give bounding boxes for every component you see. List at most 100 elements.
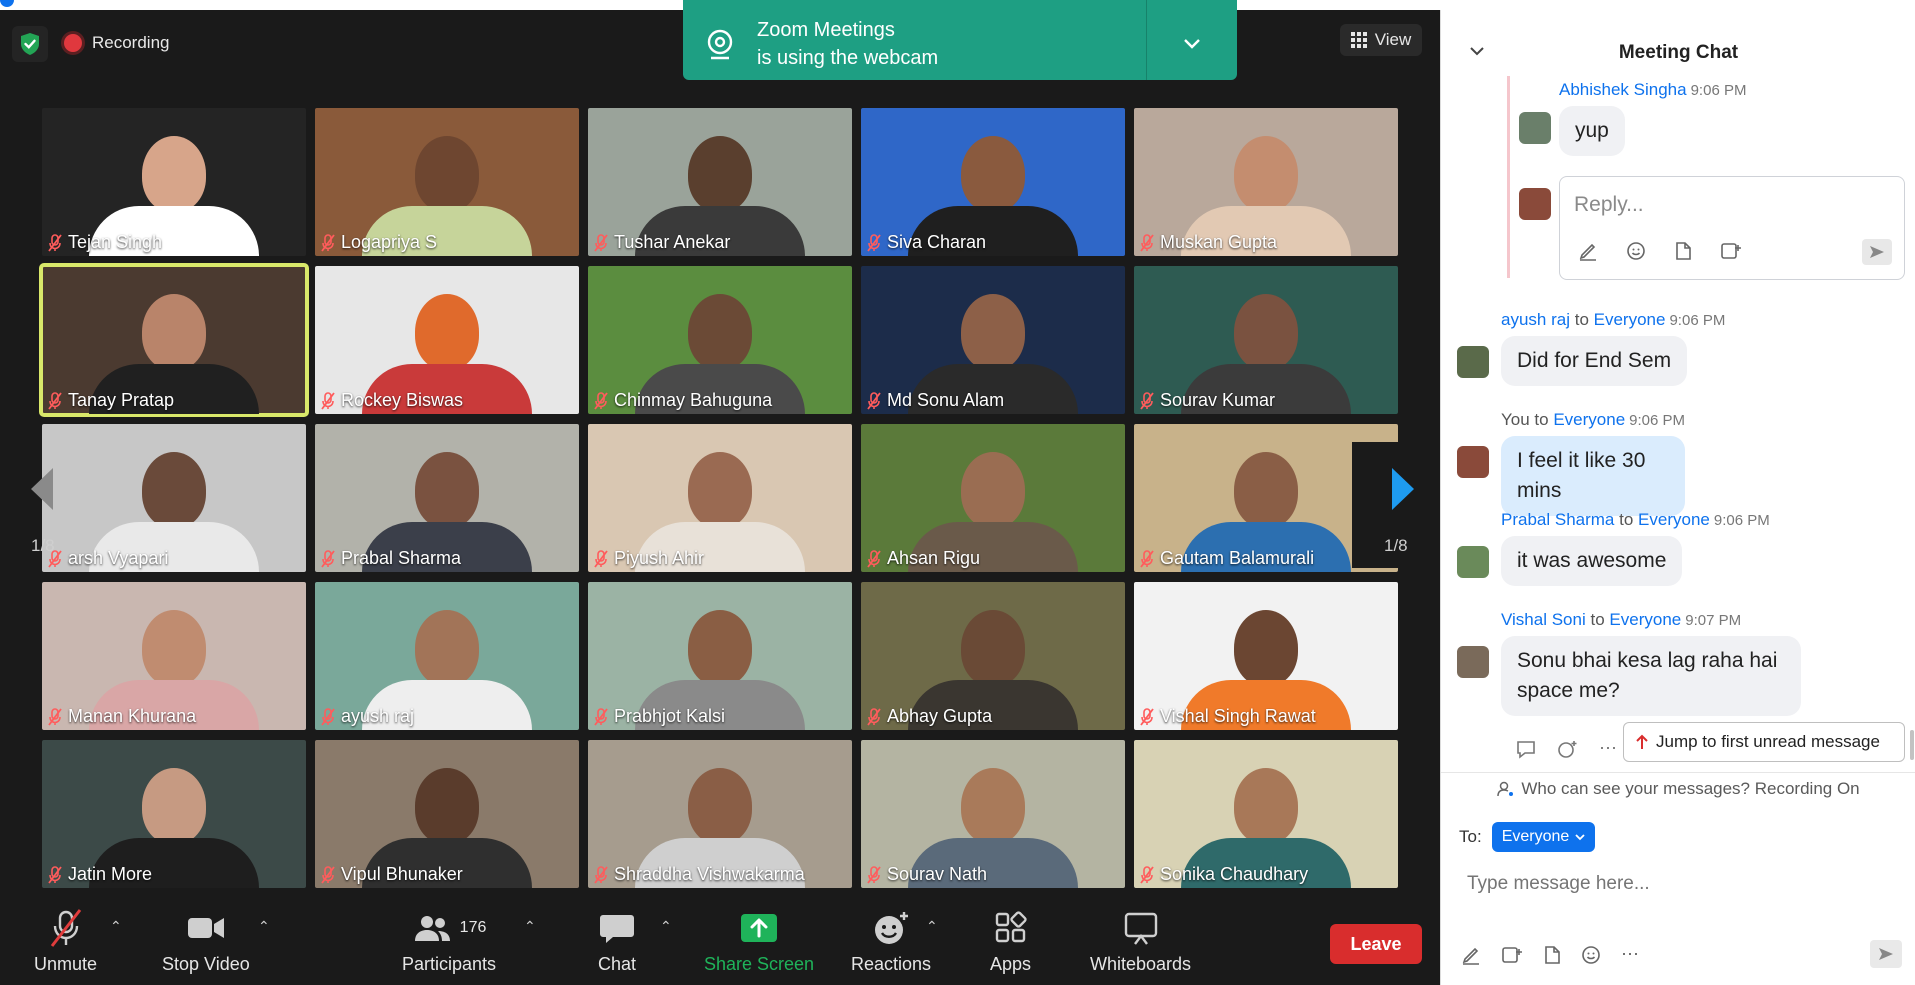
- participant-name: Vishal Singh Rawat: [1160, 706, 1316, 726]
- add-reaction-icon[interactable]: [1557, 739, 1579, 759]
- send-icon[interactable]: [1862, 239, 1892, 265]
- participants-button[interactable]: 176 Participants: [402, 908, 496, 975]
- whiteboards-button[interactable]: Whiteboards: [1090, 908, 1191, 975]
- message-recipient[interactable]: Everyone: [1553, 410, 1625, 429]
- mic-muted-icon: [321, 549, 335, 568]
- leave-button[interactable]: Leave: [1330, 924, 1422, 964]
- chat-header: Meeting Chat: [1441, 28, 1915, 72]
- chevron-down-icon: [1575, 833, 1585, 840]
- participant-name: Manan Khurana: [68, 706, 197, 726]
- participant-tile[interactable]: Tanay Pratap: [39, 263, 309, 417]
- participant-tile[interactable]: ayush raj: [315, 582, 579, 730]
- participant-tile[interactable]: Muskan Gupta: [1134, 108, 1398, 256]
- audio-options-caret-icon[interactable]: ⌃: [110, 918, 122, 935]
- record-dot-icon: [64, 34, 82, 52]
- shield-check-icon[interactable]: [12, 26, 48, 62]
- view-button[interactable]: View: [1340, 24, 1422, 56]
- stop-video-button[interactable]: Stop Video: [162, 908, 250, 975]
- message-recipient[interactable]: Everyone: [1609, 610, 1681, 629]
- participant-name: Md Sonu Alam: [887, 390, 1005, 410]
- participant-name-tag: Vishal Singh Rawat: [1140, 706, 1316, 727]
- participants-options-caret-icon[interactable]: ⌃: [524, 918, 536, 935]
- message-time: 9:07 PM: [1685, 612, 1742, 629]
- more-options-icon[interactable]: ⋯: [1599, 738, 1617, 759]
- jump-label: Jump to first unread message: [1656, 732, 1880, 751]
- screenshot-icon[interactable]: [1720, 241, 1742, 261]
- participant-name-tag: Abhay Gupta: [867, 706, 992, 727]
- participant-tile[interactable]: Sourav Kumar: [1134, 266, 1398, 414]
- view-label: View: [1374, 30, 1412, 49]
- participant-tile[interactable]: Prabhjot Kalsi: [588, 582, 852, 730]
- participant-tile[interactable]: Shraddha Vishwakarma: [588, 740, 852, 888]
- screenshot-icon[interactable]: [1501, 945, 1523, 965]
- chat-options-caret-icon[interactable]: ⌃: [660, 918, 672, 935]
- participant-name-tag: Chinmay Bahuguna: [594, 390, 772, 411]
- participant-tile[interactable]: Vipul Bhunaker: [315, 740, 579, 888]
- participant-tile[interactable]: Chinmay Bahuguna: [588, 266, 852, 414]
- participant-tile[interactable]: Ahsan Rigu: [861, 424, 1125, 572]
- jump-to-unread-button[interactable]: Jump to first unread message: [1623, 722, 1905, 762]
- participant-tile[interactable]: Tushar Anekar: [588, 108, 852, 256]
- message-sender[interactable]: ayush raj: [1501, 310, 1570, 329]
- message-input[interactable]: [1465, 872, 1889, 896]
- chevron-down-icon[interactable]: [1147, 30, 1237, 50]
- participant-tile[interactable]: Siva Charan: [861, 108, 1125, 256]
- reactions-label: Reactions: [851, 954, 932, 974]
- reply-box[interactable]: Reply...: [1559, 176, 1905, 280]
- participant-tile[interactable]: Piyush Ahir: [588, 424, 852, 572]
- format-pen-icon[interactable]: [1578, 241, 1598, 261]
- message-recipient[interactable]: Everyone: [1594, 310, 1666, 329]
- unmute-label: Unmute: [34, 954, 98, 974]
- mic-muted-icon: [1140, 549, 1154, 568]
- participant-tile[interactable]: Logapriya S: [315, 108, 579, 256]
- reply-icon[interactable]: [1515, 739, 1537, 759]
- chat-button[interactable]: Chat: [598, 908, 636, 975]
- mic-muted-icon: [1140, 865, 1154, 884]
- participant-tile[interactable]: Abhay Gupta: [861, 582, 1125, 730]
- mic-muted-icon: [594, 865, 608, 884]
- recipient-select[interactable]: Everyone: [1491, 822, 1596, 852]
- chat-panel: Meeting Chat Abhishek Singha 9:06 PM yup …: [1440, 10, 1915, 985]
- unmute-button[interactable]: Unmute: [34, 908, 97, 975]
- participant-tile[interactable]: Manan Khurana: [42, 582, 306, 730]
- recording-indicator[interactable]: Recording: [64, 28, 170, 58]
- mic-muted-icon: [48, 233, 62, 252]
- message-time: 9:06 PM: [1669, 312, 1726, 329]
- participant-tile[interactable]: Sourav Nath: [861, 740, 1125, 888]
- format-pen-icon[interactable]: [1461, 945, 1481, 965]
- participant-name-tag: Tanay Pratap: [48, 390, 174, 411]
- mic-muted-icon: [867, 865, 881, 884]
- more-options-icon[interactable]: ⋯: [1621, 944, 1639, 965]
- participant-tile[interactable]: Prabal Sharma: [315, 424, 579, 572]
- apps-button[interactable]: Apps: [990, 908, 1031, 975]
- participant-name: Abhay Gupta: [887, 706, 993, 726]
- send-icon[interactable]: [1870, 940, 1902, 968]
- thread-indicator: [1507, 76, 1510, 278]
- emoji-icon[interactable]: [1581, 945, 1601, 965]
- chat-scrollbar[interactable]: [1910, 730, 1914, 760]
- emoji-icon[interactable]: [1626, 241, 1646, 261]
- participant-tile[interactable]: Jatin More: [42, 740, 306, 888]
- mic-muted-icon: [594, 707, 608, 726]
- message-sender[interactable]: Vishal Soni: [1501, 610, 1586, 629]
- participant-tile[interactable]: Rockey Biswas: [315, 266, 579, 414]
- reactions-button[interactable]: Reactions: [851, 908, 931, 975]
- recipient-connector: to: [1619, 510, 1634, 529]
- participant-tile[interactable]: Tejan Singh: [42, 108, 306, 256]
- file-icon[interactable]: [1543, 945, 1561, 965]
- video-options-caret-icon[interactable]: ⌃: [258, 918, 270, 935]
- participant-tile[interactable]: Sonika Chaudhary: [1134, 740, 1398, 888]
- participant-tile[interactable]: Md Sonu Alam: [861, 266, 1125, 414]
- message-sender[interactable]: Abhishek Singha: [1559, 80, 1687, 99]
- visibility-notice[interactable]: Who can see your messages? Recording On: [1441, 772, 1915, 805]
- participant-name-tag: Vipul Bhunaker: [321, 864, 463, 885]
- participant-name-tag: Siva Charan: [867, 232, 986, 253]
- reactions-options-caret-icon[interactable]: ⌃: [926, 918, 938, 935]
- share-screen-button[interactable]: Share Screen: [704, 908, 814, 975]
- message-sender[interactable]: Prabal Sharma: [1501, 510, 1614, 529]
- message-recipient[interactable]: Everyone: [1638, 510, 1710, 529]
- participant-name-tag: Piyush Ahir: [594, 548, 704, 569]
- message-text: yup: [1559, 106, 1625, 156]
- file-icon[interactable]: [1674, 241, 1692, 261]
- participant-tile[interactable]: Vishal Singh Rawat: [1134, 582, 1398, 730]
